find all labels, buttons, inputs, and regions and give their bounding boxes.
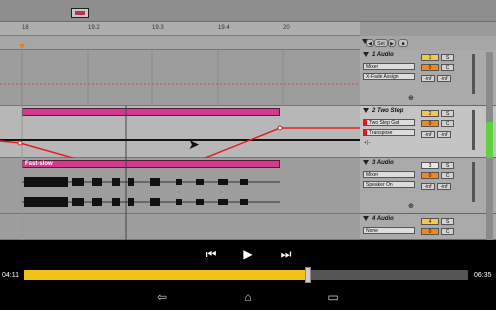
skip-next-icon[interactable]: ⏭ <box>278 247 294 263</box>
output-select[interactable]: X-Fade Assign <box>363 73 415 80</box>
beat-time-ruler[interactable]: 18 19.2 19.3 19.4 20 <box>0 22 360 36</box>
ruler-mark: 19.3 <box>152 25 164 31</box>
recents-icon[interactable]: ▭ <box>321 290 345 306</box>
track-lane-1[interactable] <box>0 50 360 106</box>
next-locator-button[interactable]: ▶ <box>388 39 396 47</box>
set-locator-button[interactable]: Set <box>374 39 388 47</box>
skip-previous-icon[interactable]: ⏮ <box>203 247 219 263</box>
track-header-3[interactable]: 3 Audio Mixer Speaker On 3 S 0 C -inf -i… <box>360 158 496 214</box>
level-meter <box>472 110 475 150</box>
add-device-icon[interactable]: ⊕ <box>408 202 414 210</box>
lane-grid <box>0 50 360 106</box>
ruler-mark: 19.4 <box>218 25 230 31</box>
track-fold-icon[interactable] <box>363 108 369 113</box>
cue-button[interactable]: C <box>441 64 454 71</box>
overview-marker-fill <box>75 11 85 15</box>
track-header-1[interactable]: 1 Audio Mixer X-Fade Assign 1 S 0 C -inf… <box>360 50 496 106</box>
track-name[interactable]: 1 Audio <box>372 52 394 58</box>
pan-knob[interactable]: 0 <box>421 120 439 127</box>
input-type-select[interactable]: None <box>363 227 415 234</box>
pan-knob[interactable]: 0 <box>421 228 439 235</box>
track-activator-button[interactable]: 1 <box>421 54 439 61</box>
volume-right[interactable]: -inf <box>437 75 451 82</box>
total-duration: 06:35 <box>474 272 492 279</box>
mixer-header: ◀ Set ▶ ■ <box>360 36 496 50</box>
home-icon[interactable]: ⌂ <box>236 290 260 306</box>
input-type-select[interactable]: Mixer <box>363 171 415 178</box>
solo-button[interactable]: S <box>441 54 454 61</box>
seek-bar-thumb[interactable] <box>305 267 312 283</box>
play-icon[interactable]: ▶ <box>240 247 256 263</box>
solo-button[interactable]: S <box>441 110 454 117</box>
volume-right[interactable]: -inf <box>437 183 451 190</box>
locator-ruler[interactable] <box>0 36 360 50</box>
track-activator-button[interactable]: 4 <box>421 218 439 225</box>
track-lane-3[interactable]: Fast-slow <box>0 158 360 214</box>
elapsed-time: 04:11 <box>2 272 19 279</box>
mouse-cursor-icon: ➤ <box>188 136 200 152</box>
seek-bar[interactable] <box>24 267 468 283</box>
solo-button[interactable]: S <box>441 162 454 169</box>
prev-locator-button[interactable]: ◀ <box>366 39 374 47</box>
level-meter <box>472 54 475 94</box>
track-name[interactable]: 3 Audio <box>372 160 394 166</box>
arrangement-overdub-button[interactable]: ■ <box>398 39 408 47</box>
track-lane-4[interactable] <box>0 214 360 240</box>
track-fold-icon[interactable] <box>363 160 369 165</box>
ruler-mark: 20 <box>283 25 290 31</box>
audio-waveform <box>21 158 280 214</box>
scrollbar-thumb[interactable] <box>486 122 493 158</box>
add-device-icon[interactable]: ⊕ <box>408 94 414 102</box>
track-header-2[interactable]: 2 Two Step Two Step Gat Transpose +|− 2 … <box>360 106 496 158</box>
output-select[interactable]: Speaker On <box>363 181 415 188</box>
overview-viewport-marker[interactable] <box>71 8 89 18</box>
automation-lane-icon[interactable]: +|− <box>364 140 371 146</box>
track-lane-2[interactable]: ➤ <box>0 106 360 158</box>
track-name[interactable]: 4 Audio <box>372 216 394 222</box>
volume-left[interactable]: -inf <box>421 183 435 190</box>
back-icon[interactable]: ⇦ <box>150 290 174 306</box>
level-meter <box>472 162 475 202</box>
daw-arrangement-view: 18 19.2 19.3 19.4 20 ◀ Set ▶ ■ ➤ Fast-sl… <box>0 0 496 240</box>
ruler-mark: 18 <box>22 25 29 31</box>
track-activator-button[interactable]: 2 <box>421 110 439 117</box>
volume-left[interactable]: -inf <box>421 131 435 138</box>
lane-grid <box>21 214 127 240</box>
overview-bar[interactable] <box>0 0 496 22</box>
cue-button[interactable]: C <box>441 228 454 235</box>
automation-lane[interactable] <box>0 106 360 158</box>
track-header-4[interactable]: 4 Audio None 4 S 0 C <box>360 214 496 240</box>
solo-button[interactable]: S <box>441 218 454 225</box>
volume-right[interactable]: -inf <box>437 131 451 138</box>
track-name[interactable]: 2 Two Step <box>372 108 403 114</box>
seek-bar-progress <box>24 270 309 280</box>
track-fold-icon[interactable] <box>363 216 369 221</box>
pan-knob[interactable]: 0 <box>421 64 439 71</box>
loop-start-marker-icon[interactable] <box>19 44 25 49</box>
input-type-select[interactable]: Mixer <box>363 63 415 70</box>
cue-button[interactable]: C <box>441 172 454 179</box>
volume-left[interactable]: -inf <box>421 75 435 82</box>
ruler-mark: 19.2 <box>88 25 100 31</box>
parameter-chooser-select[interactable]: Transpose <box>363 129 415 136</box>
track-fold-icon[interactable] <box>363 52 369 57</box>
track-activator-button[interactable]: 3 <box>421 162 439 169</box>
pan-knob[interactable]: 0 <box>421 172 439 179</box>
cue-button[interactable]: C <box>441 120 454 127</box>
device-chooser-select[interactable]: Two Step Gat <box>363 119 415 126</box>
